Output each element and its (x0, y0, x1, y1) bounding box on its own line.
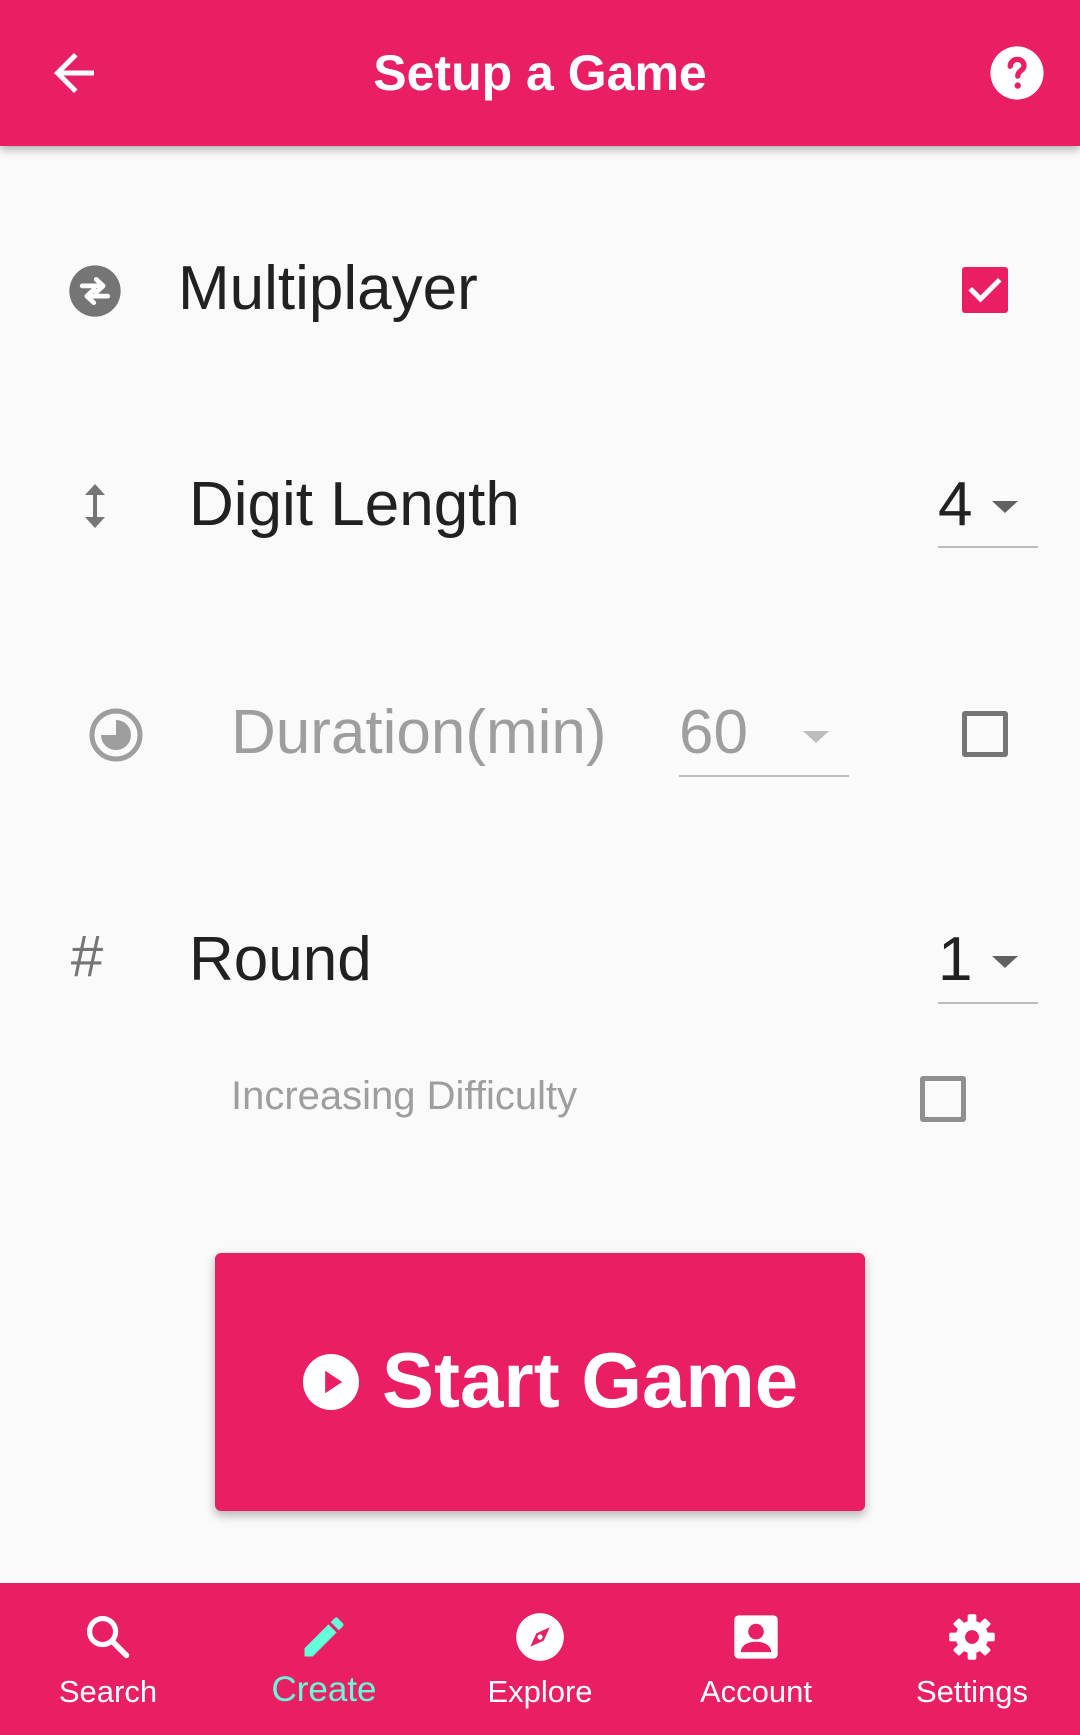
vertical-arrows-icon (78, 478, 112, 534)
round-dropdown[interactable]: 1 (938, 929, 1038, 1004)
duration-value: 60 (679, 698, 748, 767)
play-circle-icon (303, 1354, 359, 1410)
nav-item-account[interactable]: Account (648, 1583, 864, 1735)
increasing-difficulty-label: Increasing Difficulty (231, 1074, 578, 1118)
round-label: Round (189, 925, 372, 994)
duration-label: Duration(min) (231, 698, 607, 767)
help-circle-icon[interactable] (988, 44, 1046, 102)
dropdown-arrow-icon (992, 956, 1018, 968)
nav-item-search[interactable]: Search (0, 1583, 216, 1735)
pencil-icon (298, 1611, 350, 1663)
start-game-button[interactable]: Start Game (215, 1253, 865, 1511)
nav-item-explore[interactable]: Explore (432, 1583, 648, 1735)
nav-label-account: Account (699, 1674, 812, 1709)
round-value: 1 (938, 925, 973, 994)
compass-icon (514, 1611, 566, 1663)
check-icon (968, 277, 1002, 303)
account-box-icon (730, 1611, 782, 1663)
nav-label-search: Search (58, 1674, 158, 1709)
page-title: Setup a Game (373, 45, 707, 101)
swap-circle-icon (67, 263, 123, 319)
gear-icon (946, 1611, 998, 1663)
search-icon (82, 1611, 134, 1663)
increasing-difficulty-checkbox[interactable] (920, 1076, 966, 1122)
app-bar: Setup a Game (0, 0, 1080, 146)
duration-checkbox[interactable] (962, 711, 1008, 757)
nav-label-create: Create (271, 1670, 377, 1709)
nav-label-settings: Settings (915, 1674, 1028, 1709)
nav-label-explore: Explore (487, 1674, 593, 1709)
digit-length-value: 4 (938, 470, 973, 539)
multiplayer-checkbox[interactable] (962, 267, 1008, 313)
hash-icon: # (70, 924, 103, 989)
start-game-label: Start Game (382, 1336, 799, 1424)
bottom-navigation: Search Create Explore Account Settings (0, 1583, 1080, 1735)
nav-item-settings[interactable]: Settings (864, 1583, 1080, 1735)
multiplayer-label: Multiplayer (178, 254, 478, 323)
dropdown-arrow-icon (803, 731, 829, 743)
timer-icon (88, 707, 144, 763)
dropdown-arrow-icon (992, 501, 1018, 513)
nav-item-create[interactable]: Create (216, 1583, 432, 1735)
duration-dropdown[interactable]: 60 (679, 702, 849, 777)
digit-length-dropdown[interactable]: 4 (938, 474, 1038, 548)
digit-length-label: Digit Length (189, 470, 520, 539)
